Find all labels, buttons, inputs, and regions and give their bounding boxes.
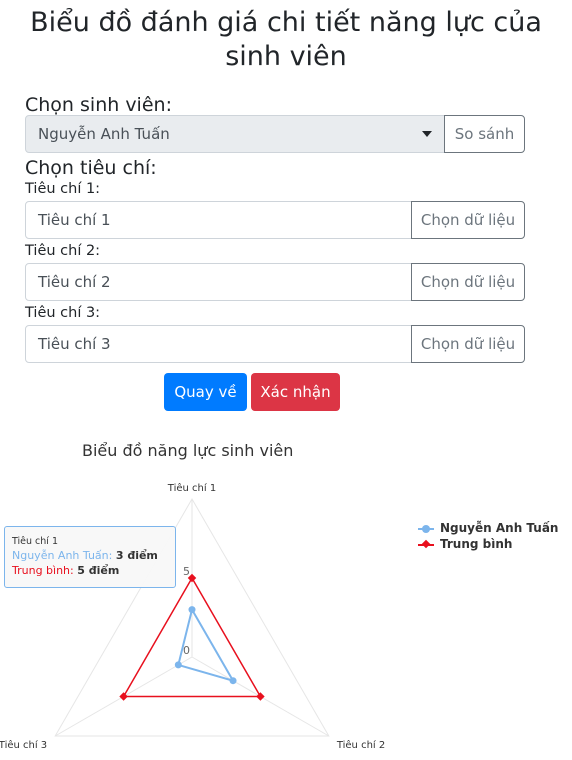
- radar-category-label: Tiêu chí 3: [0, 739, 47, 751]
- criterion-2-label: Tiêu chí 2:: [25, 243, 101, 259]
- criterion-1-choose-button[interactable]: Chọn dữ liệu: [411, 201, 525, 239]
- criterion-3-input[interactable]: Tiêu chí 3: [25, 325, 412, 363]
- radar-tick-label: 5: [183, 565, 190, 578]
- chart-tooltip: Tiêu chí 1 Nguyễn Anh Tuấn: 3 điểm Trung…: [4, 526, 176, 588]
- radar-category-label: Tiêu chí 1: [167, 482, 216, 494]
- student-section-label: Chọn sinh viên:: [25, 94, 172, 116]
- criterion-2-choose-button[interactable]: Chọn dữ liệu: [411, 263, 525, 301]
- chevron-down-icon: [422, 131, 432, 137]
- legend-item-average[interactable]: Trung bình: [418, 536, 558, 552]
- tooltip-value-1: 3 điểm: [115, 549, 158, 562]
- tooltip-value-2: 5 điểm: [77, 564, 120, 577]
- tooltip-header: Tiêu chí 1: [12, 536, 58, 547]
- radar-chart[interactable]: 0 5 Tiêu chí 1 Tiêu chí 2 Tiêu chí 3: [0, 470, 400, 760]
- chart-title: Biểu đồ năng lực sinh viên: [82, 441, 294, 460]
- tooltip-series-2: Trung bình:: [12, 564, 74, 577]
- legend-label-average: Trung bình: [440, 537, 513, 551]
- tooltip-row-2: Trung bình: 5 điểm: [12, 563, 175, 578]
- criterion-1-input[interactable]: Tiêu chí 1: [25, 201, 412, 239]
- radar-point: [174, 661, 182, 669]
- radar-point: [256, 692, 265, 701]
- radar-point: [119, 692, 128, 701]
- radar-point: [188, 606, 196, 614]
- student-select[interactable]: Nguyễn Anh Tuấn: [25, 115, 445, 153]
- criterion-3-label: Tiêu chí 3:: [25, 305, 101, 321]
- radar-category-label: Tiêu chí 2: [336, 739, 385, 751]
- diamond-marker-icon: [421, 539, 431, 549]
- legend-item-student[interactable]: Nguyễn Anh Tuấn: [418, 520, 558, 536]
- page-title: Biểu đồ đánh giá chi tiết năng lực của s…: [30, 7, 542, 72]
- radar-point: [229, 677, 237, 685]
- student-select-value: Nguyễn Anh Tuấn: [38, 125, 170, 143]
- criterion-3-choose-button[interactable]: Chọn dữ liệu: [411, 325, 525, 363]
- radar-tick-label: 0: [183, 644, 190, 657]
- criteria-section-label: Chọn tiêu chí:: [25, 157, 157, 179]
- back-button[interactable]: Quay về: [164, 373, 247, 411]
- confirm-button[interactable]: Xác nhận: [251, 373, 340, 411]
- tooltip-row-1: Nguyễn Anh Tuấn: 3 điểm: [12, 548, 175, 563]
- criterion-2-input[interactable]: Tiêu chí 2: [25, 263, 412, 301]
- legend-label-student: Nguyễn Anh Tuấn: [440, 521, 559, 535]
- circle-marker-icon: [422, 525, 430, 533]
- chart-legend: Nguyễn Anh Tuấn Trung bình: [418, 520, 558, 552]
- criterion-1-label: Tiêu chí 1:: [25, 181, 101, 197]
- compare-button[interactable]: So sánh: [444, 115, 525, 153]
- tooltip-series-1: Nguyễn Anh Tuấn:: [12, 549, 113, 562]
